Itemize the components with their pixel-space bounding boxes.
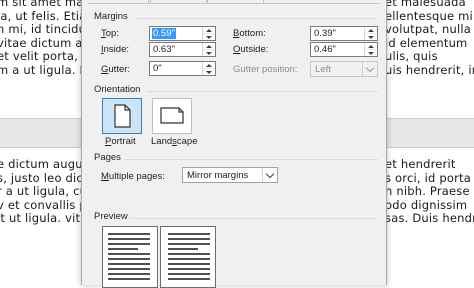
spin-up-icon[interactable] — [203, 43, 215, 50]
doc-line: id elementum — [385, 35, 468, 50]
tab-margins-bottom[interactable] — [88, 0, 149, 3]
bottom-margin-value[interactable]: 0.39" — [313, 28, 337, 39]
tab-paper-bottom[interactable] — [150, 0, 207, 3]
doc-line: ia, ut felis. Etiam — [0, 8, 81, 23]
outside-margin-stepper[interactable]: 0.46" — [310, 42, 378, 57]
doc-line: s orci, id porta — [385, 170, 471, 185]
landscape-page-icon — [160, 107, 184, 124]
preview-section-label: Preview — [94, 211, 128, 222]
document-text-left-lower: e dictum augue le s, justo leo dictum r … — [0, 158, 81, 226]
document-text-left: m sit amet mauris ia, ut felis. Etiam n … — [0, 0, 81, 77]
doc-line: ulis, quis — [385, 49, 438, 63]
portrait-label[interactable]: Portrait — [105, 136, 136, 147]
doc-line: v et convallis phar — [0, 197, 81, 212]
chevron-down-icon[interactable] — [262, 168, 277, 182]
outside-margin-value[interactable]: 0.46" — [313, 44, 337, 55]
document-text-right: et malesuada ellentesque mi volutpat, nu… — [385, 0, 474, 77]
doc-line: sas. Duis hendr — [385, 211, 474, 225]
margins-divider — [134, 18, 378, 19]
gutter-position-value: Left — [315, 64, 331, 75]
document-text-right-lower: et hendrerit s orci, id porta n nibh. Pr… — [385, 158, 474, 226]
outside-label: Outside: — [233, 44, 269, 55]
portrait-page-icon — [114, 104, 131, 128]
preview-page-right — [160, 226, 216, 288]
spin-up-icon[interactable] — [203, 27, 215, 34]
landscape-button[interactable] — [152, 98, 192, 134]
doc-line: vitae dictum augue — [0, 35, 81, 50]
gutter-position-label: Gutter position: — [233, 64, 298, 75]
gutter-position-select[interactable]: Left — [310, 61, 378, 77]
gutter-label: Gutter: — [101, 64, 131, 75]
doc-line: n mi, id tincidunt — [0, 22, 81, 36]
multiple-pages-label: Multiple pages: — [101, 171, 165, 182]
spin-up-icon[interactable] — [203, 62, 215, 69]
inside-margin-stepper[interactable]: 0.63" — [149, 42, 216, 57]
pages-divider — [124, 159, 378, 160]
landscape-label[interactable]: Landscape — [151, 136, 198, 147]
doc-line: et velit porta, phar — [0, 49, 81, 63]
doc-line: n nibh. Praese — [385, 184, 470, 198]
tab-layout-bottom[interactable] — [207, 0, 264, 3]
spin-down-icon[interactable] — [203, 50, 215, 56]
bottom-label: Bottom: — [233, 28, 266, 39]
multiple-pages-value: Mirror margins — [187, 170, 249, 181]
top-label: Top: — [101, 28, 119, 39]
inside-label: Inside: — [101, 44, 129, 55]
preview-divider — [130, 218, 378, 219]
doc-line: r a ut ligula, cursu — [0, 184, 81, 198]
doc-line: volutpat, nulla — [385, 22, 472, 36]
chevron-down-icon — [362, 62, 377, 76]
spin-down-icon[interactable] — [365, 50, 377, 56]
pages-section-label: Pages — [94, 152, 121, 163]
top-margin-stepper[interactable]: 0.59" — [149, 26, 216, 41]
spin-up-icon[interactable] — [365, 27, 377, 34]
doc-line: ellentesque mi — [385, 8, 473, 23]
spin-down-icon[interactable] — [203, 69, 215, 75]
orientation-divider — [147, 91, 378, 92]
bottom-margin-stepper[interactable]: 0.39" — [310, 26, 378, 41]
doc-line: it ut ligula. vitae di — [0, 211, 81, 225]
orientation-section-label: Orientation — [94, 84, 141, 95]
spin-down-icon[interactable] — [365, 34, 377, 40]
doc-line: odo dignissim — [385, 197, 468, 212]
top-margin-value[interactable]: 0.59" — [152, 28, 176, 39]
spin-up-icon[interactable] — [365, 43, 377, 50]
multiple-pages-select[interactable]: Mirror margins — [182, 167, 278, 183]
doc-line: e dictum augue le — [0, 158, 81, 171]
inside-margin-value[interactable]: 0.63" — [152, 44, 176, 55]
doc-line: s, justo leo dictum — [0, 170, 81, 185]
margins-section-label: Margins — [94, 11, 128, 22]
doc-line: m a ut ligula. Morbi — [0, 62, 81, 77]
gutter-stepper[interactable]: 0" — [149, 61, 216, 76]
spin-down-icon[interactable] — [203, 34, 215, 40]
doc-line: uis hendrerit, in — [385, 62, 474, 77]
doc-line: et hendrerit — [385, 158, 456, 171]
gutter-value[interactable]: 0" — [152, 63, 163, 74]
preview-page-left — [102, 226, 158, 288]
portrait-button[interactable] — [102, 98, 142, 134]
